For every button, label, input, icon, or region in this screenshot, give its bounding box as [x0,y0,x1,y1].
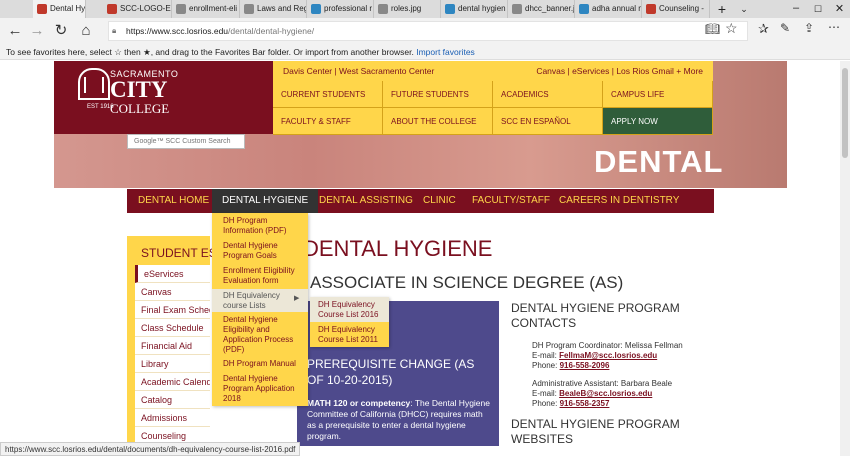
page-title: DENTAL HYGIENE [303,236,493,261]
college-name: SACRAMENTO CITY COLLEGE [110,69,179,116]
home-icon[interactable]: ⌂ [75,18,97,44]
college-column-icon [84,77,104,93]
close-window-icon[interactable]: ✕ [829,0,850,18]
tab-favicon-icon [579,4,589,14]
nav-current-students[interactable]: CURRENT STUDENTS [273,81,383,108]
tab-favicon-icon [378,4,388,14]
sidebar-item-class-schedule[interactable]: Class Schedule [135,319,210,337]
hero-title: DENTAL [594,144,724,179]
tab-favicon-icon [646,4,656,14]
back-icon[interactable]: ← [4,18,26,44]
reading-view-icon[interactable]: 📖︎ [705,22,720,36]
mainnav-careers[interactable]: CAREERS IN DENTISTRY [559,189,679,213]
submenu-item-2011[interactable]: DH Equivalency Course List 2011 [310,325,389,345]
dropdown-item[interactable]: DH Program Manual [212,359,308,369]
degree-subtitle: ASSOCIATE IN SCIENCE DEGREE (AS) [310,273,624,292]
contacts-heading: DENTAL HYGIENE PROGRAM CONTACTS [511,301,680,330]
mainnav-dental-assisting[interactable]: DENTAL ASSISTING [319,189,413,213]
browser-tab[interactable]: dental hygien [441,0,508,18]
sidebar-item-academic-calendar[interactable]: Academic Calendar [135,373,210,391]
browser-tab[interactable]: Counseling - [642,0,710,18]
dropdown-item[interactable]: Dental Hygiene Program Goals [212,241,308,261]
tab-favicon-icon [176,4,186,14]
dropdown-item[interactable]: Dental Hygiene Eligibility and Applicati… [212,315,308,355]
minimize-icon[interactable]: – [785,0,807,18]
import-favorites-link[interactable]: Import favorites [416,47,475,57]
forward-icon[interactable]: → [26,18,48,44]
tab-bar: Dental Hy SCC-LOGO-E enrollment-eli Laws… [0,0,850,18]
mainnav-clinic[interactable]: CLINIC [423,189,456,213]
site-search-input[interactable]: Google™ SCC Custom Search [127,134,245,149]
browser-tab[interactable]: professional r [307,0,374,18]
sidebar-item-canvas[interactable]: Canvas [135,283,210,301]
scrollbar-thumb[interactable] [842,68,848,158]
browser-tab[interactable]: dhcc_banner.j [508,0,575,18]
lock-icon: 🔒︎ [112,26,117,35]
browser-tab[interactable]: enrollment-eli [172,0,240,18]
new-tab-icon[interactable]: + [710,0,734,18]
established-year: EST 1916 [87,104,114,110]
browser-tab[interactable]: adha annual m [575,0,642,18]
sidebar-item-final-exam[interactable]: Final Exam Schedule [135,301,210,319]
nav-campus-life[interactable]: CAMPUS LIFE [603,81,713,108]
nav-future-students[interactable]: FUTURE STUDENTS [383,81,493,108]
nav-about-college[interactable]: ABOUT THE COLLEGE [383,108,493,135]
mainnav-faculty-staff[interactable]: FACULTY/STAFF [472,189,550,213]
contact2-email: E-mail: BealeB@scc.losrios.edu [532,389,653,398]
contact1-email-link[interactable]: FellmaM@scc.losrios.edu [559,351,657,360]
more-icon[interactable]: ⋯ [828,20,840,34]
contact2-phone: Phone: 916-558-2357 [532,399,610,408]
quick-links[interactable]: Canvas | eServices | Los Rios Gmail + Mo… [536,61,703,81]
contact1-phone-link[interactable]: 916-558-2096 [560,361,610,370]
contact2-role: Administrative Assistant: Barbara Beale [532,379,673,388]
notes-icon[interactable]: ✎ [780,21,790,35]
tab-favicon-icon [311,4,321,14]
tab-favicon-icon [512,4,522,14]
dropdown-item[interactable]: Enrollment Eligibility Evaluation form [212,266,308,286]
websites-heading: DENTAL HYGIENE PROGRAM WEBSITES [511,417,680,446]
contact1-phone: Phone: 916-558-2096 [532,361,610,370]
status-bar-url: https://www.scc.losrios.edu/dental/docum… [0,442,301,456]
notice-text: MATH 120 or competency: The Dental Hygie… [307,398,490,441]
browser-tab[interactable]: roles.jpg [374,0,441,18]
notice-heading: PREREQUISITE CHANGE (AS OF 10-20-2015) [307,357,475,387]
dropdown-item[interactable]: DH Program Information (PDF) [212,216,308,236]
url-text[interactable]: https://www.scc.losrios.edu/dental/denta… [126,21,314,41]
favorite-star-icon[interactable]: ☆ [725,20,738,37]
tab-favicon-icon [37,4,47,14]
sidebar-item-admissions[interactable]: Admissions [135,409,210,427]
browser-tab[interactable]: Dental Hy [33,0,86,18]
share-icon[interactable]: ⇪ [804,21,814,35]
sidebar-item-eservices[interactable]: eServices [135,265,210,283]
nav-faculty-staff[interactable]: FACULTY & STAFF [273,108,383,135]
contact1-email: E-mail: FellmaM@scc.losrios.edu [532,351,658,360]
browser-tab[interactable]: SCC-LOGO-E [103,0,172,18]
favorites-bar: To see favorites here, select ☆ then ★, … [0,44,850,60]
nav-scc-en-espanol[interactable]: SCC EN ESPAÑOL [493,108,603,135]
tab-list-icon[interactable]: ⌄ [734,0,754,18]
mainnav-dental-home[interactable]: DENTAL HOME [138,189,209,213]
contact2-email-link[interactable]: BealeB@scc.losrios.edu [559,389,652,398]
mainnav-dental-hygiene[interactable]: DENTAL HYGIENE [212,189,319,213]
contact2-phone-link[interactable]: 916-558-2357 [560,399,610,408]
tab-favicon-icon [107,4,117,14]
apply-now-button[interactable]: APPLY NOW [603,108,713,135]
nav-academics[interactable]: ACADEMICS [493,81,603,108]
browser-tab[interactable]: Laws and Regu [240,0,307,18]
favorites-hub-icon[interactable]: ✰ [758,21,769,37]
center-links[interactable]: Davis Center | West Sacramento Center [283,61,434,81]
tab-favicon-icon [244,4,254,14]
top-info-bar: Davis Center | West Sacramento Center Ca… [273,61,713,81]
submenu-arrow-icon: ▶ [294,295,300,302]
sidebar-item-financial-aid[interactable]: Financial Aid [135,337,210,355]
maximize-icon[interactable]: ☐ [807,0,829,18]
contact1-role: DH Program Coordinator: Melissa Fellman [532,341,683,350]
submenu-item-2016[interactable]: DH Equivalency Course List 2016 [310,300,389,320]
sidebar-item-library[interactable]: Library [135,355,210,373]
dropdown-item[interactable]: Dental Hygiene Program Application 2018 [212,374,308,404]
tab-favicon-icon [445,4,455,14]
sidebar-item-catalog[interactable]: Catalog [135,391,210,409]
web-page: SACRAMENTO CITY COLLEGE EST 1916 Google™… [0,61,850,456]
refresh-icon[interactable]: ↻ [50,18,72,44]
